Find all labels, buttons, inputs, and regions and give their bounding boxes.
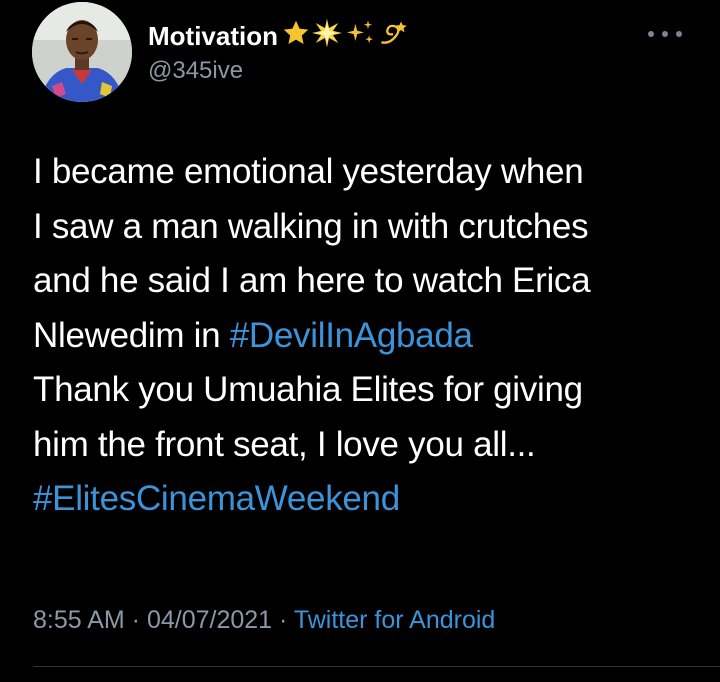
tweet-line-text: I saw a man walking in with crutches bbox=[33, 206, 589, 246]
tweet-line-text: and he said I am here to watch Erica bbox=[33, 261, 591, 300]
tweet-line: #ElitesCinemaWeekend bbox=[33, 472, 703, 527]
hashtag-link[interactable]: #ElitesCinemaWeekend bbox=[33, 479, 400, 518]
tweet-line: Thank you Umuahia Elites for giving bbox=[33, 363, 703, 418]
name-emojis bbox=[280, 18, 408, 55]
more-dot bbox=[648, 31, 654, 37]
dizzy-icon bbox=[378, 19, 408, 54]
tweet-text: I became emotional yesterday when I saw … bbox=[33, 145, 703, 527]
avatar[interactable] bbox=[32, 2, 132, 102]
tweet-line-text: I became emotional yesterday when bbox=[33, 152, 584, 191]
tweet-line: Nlewedim in #DevilInAgbada bbox=[33, 309, 703, 364]
tweet-meta: 8:55 AM · 04/07/2021 · Twitter for Andro… bbox=[33, 606, 495, 635]
tweet-line: and he said I am here to watch Erica bbox=[33, 254, 703, 309]
divider bbox=[33, 666, 720, 667]
tweet-line: I became emotional yesterday when bbox=[33, 145, 703, 200]
hashtag-link[interactable]: #DevilInAgbada bbox=[230, 316, 473, 355]
user-handle[interactable]: @345ive bbox=[148, 57, 243, 85]
tweet-line-text: him the front seat, I love you all... bbox=[33, 424, 536, 464]
tweet-source-link[interactable]: Twitter for Android bbox=[294, 606, 495, 634]
more-options-icon[interactable] bbox=[648, 27, 682, 41]
sparkles-icon bbox=[344, 19, 376, 54]
more-dot bbox=[676, 31, 682, 37]
tweet-line-text: Thank you Umuahia Elites for giving bbox=[33, 370, 583, 409]
tweet-time[interactable]: 8:55 AM bbox=[33, 606, 125, 634]
star-emoji-icon bbox=[282, 19, 310, 54]
more-dot bbox=[662, 31, 668, 37]
tweet-date[interactable]: 04/07/2021 bbox=[147, 606, 272, 634]
tweet-line: I saw a man walking in with crutches bbox=[33, 200, 703, 255]
tweet: Motivation @345ive I became emotional ye… bbox=[0, 0, 720, 682]
display-name-text: Motivation bbox=[148, 21, 278, 51]
tweet-line: him the front seat, I love you all... bbox=[33, 418, 703, 473]
glowing-star-icon bbox=[312, 18, 342, 55]
meta-separator: · bbox=[124, 606, 147, 634]
tweet-line-text: Nlewedim in bbox=[33, 315, 230, 355]
meta-separator: · bbox=[272, 606, 294, 634]
display-name[interactable]: Motivation bbox=[148, 18, 408, 55]
